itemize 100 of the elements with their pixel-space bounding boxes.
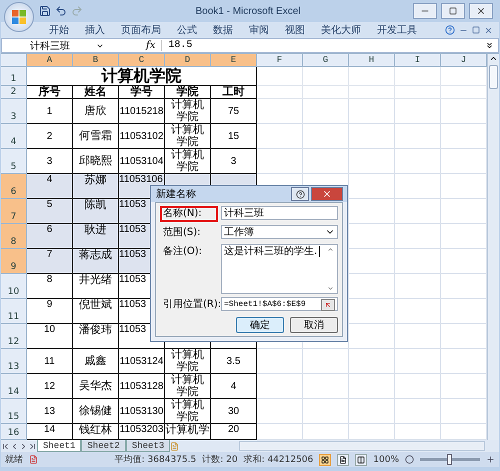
table-cell: 15 [211, 124, 257, 149]
restore-icon[interactable] [472, 26, 480, 34]
empty-cell [303, 124, 349, 149]
cancel-button[interactable]: 取消 [290, 317, 338, 333]
table-cell: 11015218 [119, 99, 165, 124]
row-header[interactable]: 8 [1, 224, 27, 249]
table-cell: 唐欣 [73, 99, 119, 124]
horizontal-scrollbar[interactable] [239, 441, 485, 451]
column-header[interactable]: B [73, 54, 119, 67]
empty-cell [395, 349, 441, 374]
minimize-button[interactable] [413, 3, 437, 19]
column-header[interactable]: H [349, 54, 395, 67]
column-header[interactable]: C [119, 54, 165, 67]
row-header[interactable]: 6 [1, 174, 27, 199]
column-title: 学院 [165, 86, 211, 99]
row-header[interactable]: 11 [1, 299, 27, 324]
name-field[interactable]: 计科三班 [221, 206, 338, 220]
column-header[interactable]: D [165, 54, 211, 67]
office-button[interactable] [4, 2, 34, 32]
table-cell: 钱红林 [73, 424, 119, 440]
row-header[interactable]: 4 [1, 124, 27, 149]
field-label: 引用位置(R): [162, 298, 218, 312]
ok-button[interactable]: 确定 [236, 317, 284, 333]
help-button[interactable] [291, 187, 309, 201]
ribbon-tab[interactable]: 页面布局 [113, 22, 169, 38]
row-header[interactable]: 7 [1, 199, 27, 224]
column-title: 学号 [119, 86, 165, 99]
column-title: 姓名 [73, 86, 119, 99]
next-sheet-icon[interactable] [19, 442, 28, 450]
ribbon-tab[interactable]: 开发工具 [369, 22, 425, 38]
comment-field[interactable]: 这是计科三班的学生. [221, 244, 338, 294]
name-box[interactable]: 计科三班 [2, 39, 106, 52]
table-cell: 11053128 [119, 374, 165, 399]
first-sheet-icon[interactable] [1, 442, 10, 450]
table-cell: 2 [27, 124, 73, 149]
close-button[interactable] [469, 3, 493, 19]
formula-field[interactable]: 18.5 [161, 40, 485, 51]
ribbon-tab[interactable]: 开始 [41, 22, 77, 38]
empty-cell [303, 86, 349, 99]
maximize-button[interactable] [441, 3, 465, 19]
ribbon-tab[interactable]: 审阅 [241, 22, 277, 38]
ribbon-tab[interactable]: 公式 [169, 22, 205, 38]
zoom-level: 100% [373, 454, 399, 464]
ribbon-tab[interactable]: 美化大师 [313, 22, 369, 38]
previous-sheet-icon[interactable] [10, 442, 19, 450]
close-icon[interactable] [484, 26, 493, 34]
view-button[interactable] [319, 454, 332, 466]
table-cell: 11053130 [119, 399, 165, 424]
table-cell: 9 [27, 299, 73, 324]
column-header[interactable]: J [441, 54, 487, 67]
insert-function-button[interactable]: fx [106, 40, 162, 51]
view-button[interactable] [337, 454, 350, 466]
sheet-tab[interactable]: Sheet1 [37, 440, 82, 452]
undo-icon[interactable] [55, 5, 67, 17]
table-cell: 11053104 [119, 149, 165, 174]
text-cursor [319, 246, 320, 257]
empty-cell [349, 149, 395, 174]
row-header[interactable]: 15 [1, 399, 27, 424]
row-header[interactable]: 3 [1, 99, 27, 124]
row-header[interactable]: 1 [1, 67, 27, 86]
office-logo-icon [11, 9, 27, 25]
help-icon[interactable] [445, 25, 455, 35]
row-header[interactable]: 12 [1, 324, 27, 349]
zoom-out-icon[interactable] [405, 455, 414, 464]
insert-sheet-icon[interactable] [170, 442, 180, 450]
row-header[interactable]: 9 [1, 249, 27, 274]
view-button[interactable] [355, 454, 368, 466]
zoom-slider[interactable] [420, 454, 480, 465]
zoom-in-icon[interactable] [486, 455, 495, 464]
table-cell: 11053124 [119, 349, 165, 374]
column-header[interactable]: G [303, 54, 349, 67]
expand-icon[interactable] [485, 41, 494, 50]
row-header[interactable]: 2 [1, 86, 27, 99]
scrollbar-thumb[interactable] [489, 65, 498, 89]
row-header[interactable]: 5 [1, 149, 27, 174]
ribbon-tab[interactable]: 视图 [277, 22, 313, 38]
row-header[interactable]: 10 [1, 274, 27, 299]
reference-field[interactable]: =Sheet1!$A$6:$E$9 [221, 297, 338, 311]
collapse-button[interactable] [321, 299, 335, 311]
row-header[interactable]: 16 [1, 424, 27, 440]
column-header[interactable]: I [395, 54, 441, 67]
column-header[interactable]: E [211, 54, 257, 67]
save-icon[interactable] [39, 5, 51, 17]
macro-record-icon[interactable] [29, 455, 38, 464]
vertical-scrollbar[interactable] [487, 54, 499, 440]
last-sheet-icon[interactable] [28, 442, 37, 450]
scope-dropdown[interactable]: 工作簿 [221, 225, 338, 239]
column-header[interactable]: A [27, 54, 73, 67]
sheet-tab[interactable]: Sheet2 [81, 440, 126, 452]
row-header[interactable]: 14 [1, 374, 27, 399]
table-cell: 20 [211, 424, 257, 440]
table-cell: 吴华杰 [73, 374, 119, 399]
row-header[interactable]: 13 [1, 349, 27, 374]
table-cell: 戚鑫 [73, 349, 119, 374]
sheet-tab[interactable]: Sheet3 [126, 440, 170, 452]
empty-cell [395, 174, 441, 199]
column-header[interactable]: F [257, 54, 303, 67]
ribbon-tab[interactable]: 数据 [205, 22, 241, 38]
empty-cell [395, 149, 441, 174]
ribbon-tab[interactable]: 插入 [77, 22, 113, 38]
